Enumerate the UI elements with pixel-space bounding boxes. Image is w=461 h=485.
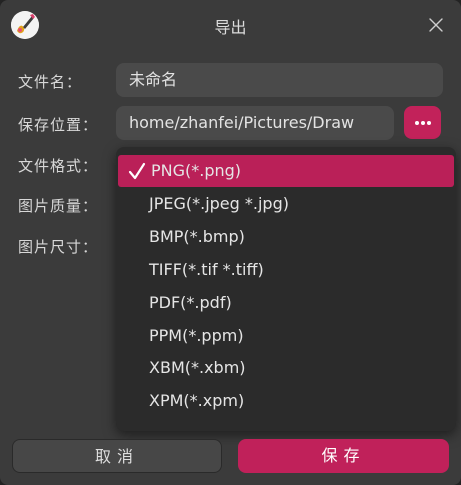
format-option-label: XBM(*.xbm)	[149, 358, 246, 377]
format-option-label: XPM(*.xpm)	[149, 391, 245, 410]
quality-label: 图片质量：	[18, 197, 99, 215]
format-option-xpm[interactable]: XPM(*.xpm)	[116, 385, 456, 417]
format-dropdown-list[interactable]: PNG(*.png) JPEG(*.jpeg *.jpg) BMP(*.bmp)…	[116, 147, 456, 431]
location-field[interactable]: home/zhanfei/Pictures/Draw	[116, 106, 394, 140]
format-option-label: PDF(*.pdf)	[149, 293, 232, 312]
format-option-label: PPM(*.ppm)	[149, 326, 244, 345]
filename-field[interactable]: 未命名	[116, 63, 443, 97]
browse-location-button[interactable]	[404, 106, 441, 139]
format-option-tiff[interactable]: TIFF(*.tif *.tiff)	[116, 254, 456, 286]
more-dots-icon	[415, 121, 419, 125]
size-label: 图片尺寸：	[18, 238, 99, 256]
location-label: 保存位置：	[18, 116, 99, 134]
export-dialog: 导出 文件名： 未命名 保存位置： home/zhanfei/Pictures/…	[0, 0, 461, 485]
more-dots-icon	[421, 121, 425, 125]
filename-label: 文件名：	[18, 73, 83, 91]
close-icon[interactable]	[426, 15, 446, 35]
format-option-label: PNG(*.png)	[151, 161, 242, 180]
close-button[interactable]	[426, 15, 446, 35]
format-label: 文件格式：	[18, 157, 99, 175]
more-dots-icon	[427, 121, 431, 125]
format-option-jpeg[interactable]: JPEG(*.jpeg *.jpg)	[116, 188, 456, 220]
save-button[interactable]: 保存	[238, 439, 449, 473]
format-option-label: BMP(*.bmp)	[149, 227, 245, 246]
dialog-title: 导出	[214, 18, 247, 37]
format-option-ppm[interactable]: PPM(*.ppm)	[116, 320, 456, 352]
cancel-button[interactable]: 取消	[12, 439, 222, 473]
format-option-pdf[interactable]: PDF(*.pdf)	[116, 287, 456, 319]
format-option-label: JPEG(*.jpeg *.jpg)	[149, 194, 289, 213]
format-option-png[interactable]: PNG(*.png)	[118, 155, 454, 187]
format-option-xbm[interactable]: XBM(*.xbm)	[116, 352, 456, 384]
format-option-label: TIFF(*.tif *.tiff)	[149, 260, 264, 279]
checkmark-icon	[128, 162, 146, 180]
title-bar: 导出	[0, 0, 461, 50]
format-option-bmp[interactable]: BMP(*.bmp)	[116, 221, 456, 253]
